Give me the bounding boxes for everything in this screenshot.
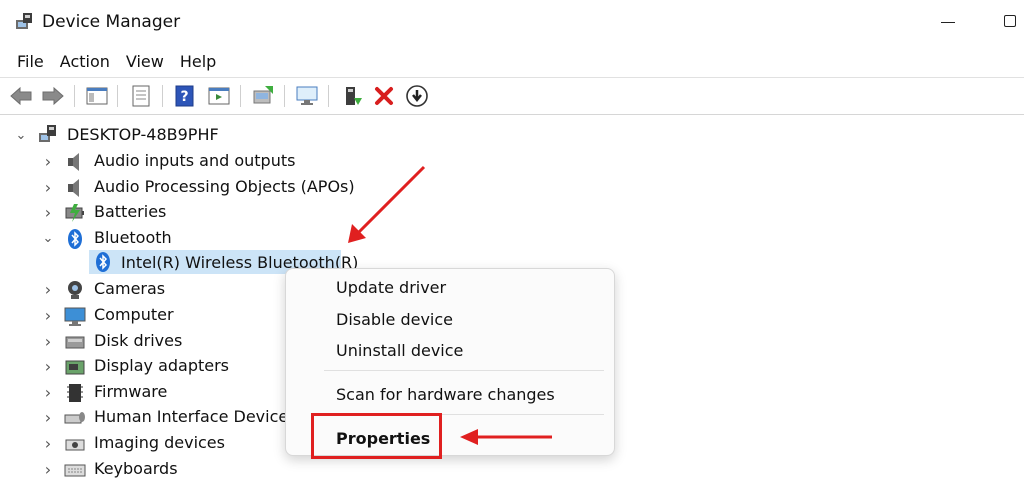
enable-device-button[interactable] [339, 83, 365, 109]
toolbar-separator [117, 85, 118, 107]
disk-icon [65, 336, 85, 349]
action-pane-button[interactable] [206, 83, 232, 109]
update-driver-menu-item[interactable]: Update driver [336, 278, 446, 297]
collapse-chevron-icon[interactable]: ⌄ [43, 231, 54, 246]
expand-chevron-icon[interactable]: › [43, 332, 53, 351]
back-button[interactable] [8, 83, 34, 109]
expand-chevron-icon[interactable]: › [43, 408, 53, 427]
tree-category-label[interactable]: Audio Processing Objects (APOs) [94, 177, 355, 196]
tree-category-label[interactable]: Batteries [94, 202, 166, 221]
tree-category-label[interactable]: Audio inputs and outputs [94, 151, 295, 170]
speaker-icon [68, 153, 79, 171]
properties-button[interactable] [128, 83, 154, 109]
svg-text:?: ? [180, 89, 188, 105]
tree-category-label[interactable]: Imaging devices [94, 433, 225, 452]
menu-action[interactable]: Action [52, 48, 118, 76]
menu-help[interactable]: Help [172, 48, 224, 76]
menu-bar: File Action View Help [0, 48, 224, 76]
hid-icon [64, 412, 85, 424]
forward-button[interactable] [40, 83, 66, 109]
update-driver-icon [253, 86, 273, 104]
display-adapter-icon [65, 360, 85, 375]
update-driver-button[interactable] [250, 83, 276, 109]
help-button[interactable]: ? [172, 83, 198, 109]
device-manager-icon [16, 13, 32, 29]
expand-chevron-icon[interactable]: › [43, 434, 53, 453]
expand-chevron-icon[interactable]: › [43, 178, 53, 197]
imaging-icon [65, 439, 85, 451]
camera-icon [68, 281, 82, 299]
tree-category-label[interactable]: Cameras [94, 279, 165, 298]
scan-hardware-menu-item[interactable]: Scan for hardware changes [336, 385, 555, 404]
show-hide-tree-button[interactable] [84, 83, 110, 109]
tree-category-label[interactable]: Keyboards [94, 459, 178, 478]
uninstall-button[interactable] [371, 83, 397, 109]
bluetooth-device-icon [96, 252, 110, 272]
expand-chevron-icon[interactable]: › [43, 280, 53, 299]
toolbar-separator [74, 85, 75, 107]
expand-chevron-icon[interactable]: › [43, 357, 53, 376]
speaker-icon [68, 179, 79, 197]
tree-category-label[interactable]: Disk drives [94, 331, 182, 350]
tree-category-label[interactable]: Bluetooth [94, 228, 172, 247]
expand-chevron-icon[interactable]: › [43, 306, 53, 325]
title-bar: Device Manager [0, 0, 1024, 46]
expand-chevron-icon[interactable]: › [43, 152, 53, 171]
toolbar-separator [162, 85, 163, 107]
uninstall-icon [375, 87, 393, 105]
disable-device-menu-item[interactable]: Disable device [336, 310, 453, 329]
battery-icon [65, 204, 84, 222]
tree-category-label[interactable]: Firmware [94, 382, 167, 401]
scan-hardware-button[interactable] [294, 83, 320, 109]
toolbar-separator [240, 85, 241, 107]
download-button[interactable] [404, 83, 430, 109]
menu-file[interactable]: File [0, 48, 52, 76]
scan-hardware-icon [296, 86, 318, 105]
expand-chevron-icon[interactable]: › [43, 460, 53, 479]
expand-chevron-icon[interactable]: › [43, 203, 53, 222]
tree-category-label[interactable]: Computer [94, 305, 174, 324]
firmware-icon [67, 384, 83, 402]
forward-icon [42, 86, 64, 106]
window-title: Device Manager [42, 12, 181, 32]
computer-icon [64, 307, 86, 326]
collapse-chevron-icon[interactable]: ⌄ [16, 128, 27, 143]
help-icon: ? [175, 85, 194, 107]
bluetooth-icon [68, 229, 82, 249]
back-icon [10, 86, 32, 106]
keyboard-icon [64, 464, 86, 477]
uninstall-device-menu-item[interactable]: Uninstall device [336, 341, 463, 360]
toolbar-separator [284, 85, 285, 107]
properties-icon [132, 85, 150, 107]
maximize-button[interactable] [1004, 15, 1016, 27]
properties-highlight-box [311, 413, 442, 459]
download-icon [406, 85, 428, 107]
toolbar: ? [0, 77, 1024, 114]
action-pane-icon [208, 87, 230, 105]
show-hide-tree-icon [86, 87, 108, 105]
minimize-button[interactable] [941, 22, 955, 23]
expand-chevron-icon[interactable]: › [43, 383, 53, 402]
menu-view[interactable]: View [118, 48, 172, 76]
tree-category-label[interactable]: Display adapters [94, 356, 229, 375]
tree-root-label[interactable]: DESKTOP-48B9PHF [67, 125, 219, 144]
computer-root-icon [39, 125, 56, 142]
enable-device-icon [346, 87, 362, 105]
menu-separator [324, 370, 604, 371]
tree-category-label[interactable]: Human Interface Devices [94, 407, 297, 426]
toolbar-separator [328, 85, 329, 107]
